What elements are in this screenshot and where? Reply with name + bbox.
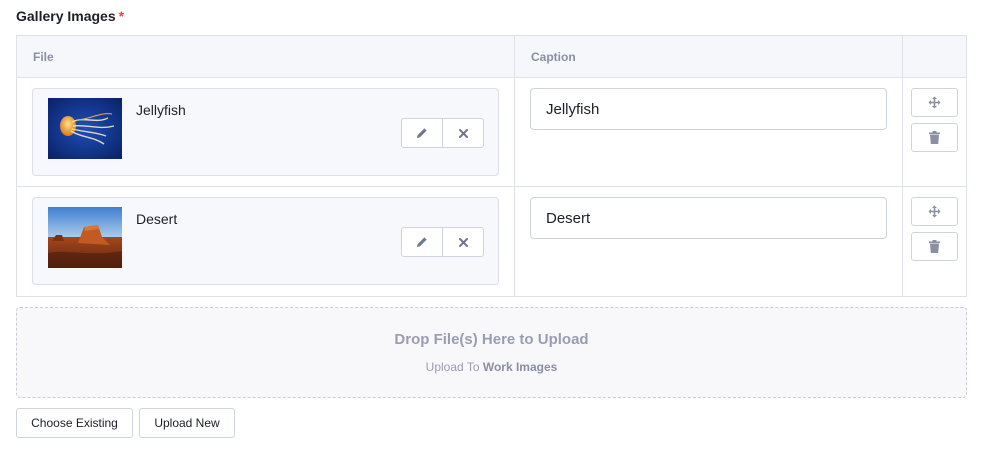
caption-cell — [515, 187, 903, 296]
move-row-button[interactable] — [911, 88, 958, 117]
row-actions — [903, 78, 966, 186]
caption-input[interactable] — [530, 197, 887, 239]
file-actions — [401, 118, 484, 148]
close-icon — [458, 128, 468, 138]
file-name: Jellyfish — [136, 102, 186, 118]
table-row: Desert — [17, 187, 966, 296]
pencil-icon — [417, 237, 427, 247]
dropzone-subtitle: Upload To Work Images — [17, 360, 966, 374]
caption-cell — [515, 78, 903, 186]
field-label-text: Gallery Images — [16, 8, 116, 24]
remove-file-button[interactable] — [442, 228, 483, 256]
field-label: Gallery Images * — [16, 8, 124, 24]
trash-icon — [929, 240, 940, 253]
dropzone-target-folder: Work Images — [482, 360, 558, 374]
edit-file-button[interactable] — [402, 119, 442, 147]
file-card: Jellyfish — [32, 88, 499, 176]
close-icon — [458, 237, 468, 247]
upload-dropzone[interactable]: Drop File(s) Here to Upload Upload To Wo… — [16, 307, 967, 398]
move-row-button[interactable] — [911, 197, 958, 226]
file-card: Desert — [32, 197, 499, 285]
file-actions — [401, 227, 484, 257]
move-icon — [928, 205, 941, 218]
table-row: Jellyfish — [17, 78, 966, 187]
row-actions — [903, 187, 966, 296]
file-name: Desert — [136, 211, 178, 227]
delete-row-button[interactable] — [911, 123, 958, 152]
upload-new-button[interactable]: Upload New — [139, 408, 235, 438]
file-cell: Desert — [17, 187, 515, 296]
file-cell: Jellyfish — [17, 78, 515, 186]
header-caption: Caption — [515, 36, 903, 77]
delete-row-button[interactable] — [911, 232, 958, 261]
header-file-label: File — [33, 50, 54, 64]
desert-thumbnail — [48, 207, 122, 268]
table-header: File Caption — [17, 36, 966, 78]
dropzone-title: Drop File(s) Here to Upload — [394, 331, 589, 348]
dropzone-sub-prefix: Upload To — [425, 360, 480, 374]
header-caption-label: Caption — [531, 50, 576, 64]
remove-file-button[interactable] — [442, 119, 483, 147]
edit-file-button[interactable] — [402, 228, 442, 256]
pencil-icon — [417, 128, 427, 138]
required-indicator: * — [118, 8, 125, 24]
choose-existing-button[interactable]: Choose Existing — [16, 408, 133, 438]
caption-input[interactable] — [530, 88, 887, 130]
header-actions — [903, 36, 966, 77]
move-icon — [928, 96, 941, 109]
gallery-table: File Caption Jellyfish Jellyfish Desert … — [16, 35, 967, 297]
header-file: File — [17, 36, 515, 77]
jellyfish-thumbnail — [48, 98, 122, 159]
trash-icon — [929, 131, 940, 144]
